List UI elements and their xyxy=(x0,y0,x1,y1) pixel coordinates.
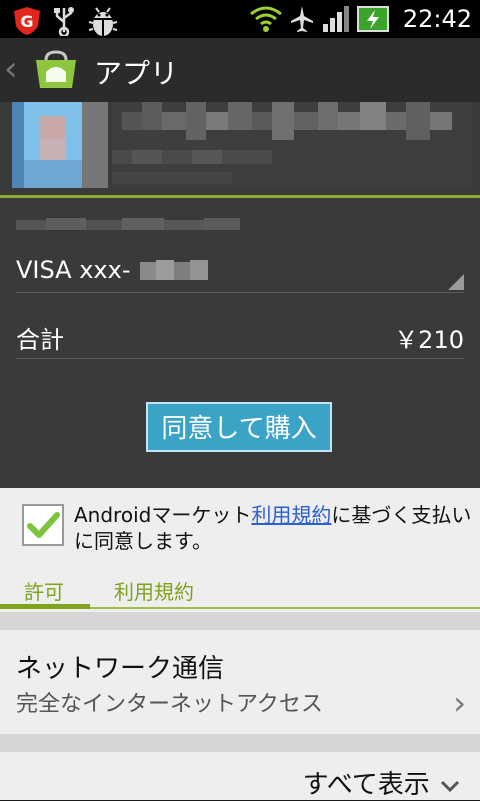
app-header xyxy=(0,102,480,198)
status-time: 22:42 xyxy=(402,5,472,33)
airplane-icon xyxy=(290,6,313,32)
show-all-label: すべて表示 xyxy=(302,770,430,800)
action-bar: ‹ アプリ xyxy=(0,38,480,103)
battery-charging-icon xyxy=(356,6,389,32)
total-row: 合計 ￥210 xyxy=(16,312,464,359)
chevron-right-icon: › xyxy=(453,684,466,722)
checkmark-icon xyxy=(27,512,60,538)
terms-link[interactable]: 利用規約 xyxy=(251,503,331,527)
agreement-text: Androidマーケット利用規約に基づく支払いに同意します。 xyxy=(74,502,474,554)
app-info-blurred xyxy=(112,102,472,188)
section-divider xyxy=(0,612,480,630)
back-chevron-icon[interactable]: ‹ xyxy=(4,50,18,88)
signal-icon xyxy=(322,6,349,32)
permission-title: ネットワーク通信 xyxy=(16,654,225,684)
permission-item[interactable]: ネットワーク通信 完全なインターネットアクセス › xyxy=(0,630,480,734)
dropdown-indicator-icon xyxy=(448,274,464,290)
tab-terms[interactable]: 利用規約 xyxy=(114,576,194,605)
account-email-blurred xyxy=(16,216,240,234)
agree-checkbox[interactable] xyxy=(22,504,64,546)
purchase-panel: VISA xxx- 合計 ￥210 同意して購入 xyxy=(0,102,480,488)
agree-and-buy-button[interactable]: 同意して購入 xyxy=(146,402,332,452)
page-title: アプリ xyxy=(94,57,179,90)
wifi-icon xyxy=(249,6,282,32)
antivirus-g-icon: G xyxy=(14,7,40,35)
android-debug-icon xyxy=(88,7,118,36)
payment-method-select[interactable]: VISA xxx- xyxy=(16,252,464,293)
app-thumbnail xyxy=(12,102,108,188)
total-price: ￥210 xyxy=(394,326,464,354)
show-all-button[interactable]: すべて表示 xyxy=(303,764,462,801)
status-bar: G 22:42 xyxy=(0,0,480,38)
svg-text:G: G xyxy=(20,12,33,31)
header-divider xyxy=(0,195,480,198)
card-number-blurred xyxy=(140,260,208,282)
agreement-text-before: Androidマーケット xyxy=(74,503,252,527)
android-market-icon[interactable] xyxy=(34,50,78,90)
tab-permissions[interactable]: 許可 xyxy=(24,576,64,605)
usb-icon xyxy=(54,7,74,36)
section-divider xyxy=(0,734,480,752)
terms-panel: Androidマーケット利用規約に基づく支払いに同意します。 許可 利用規約 ネ… xyxy=(0,488,480,800)
permission-description: 完全なインターネットアクセス xyxy=(16,692,323,717)
tab-active-indicator xyxy=(0,604,90,609)
total-label: 合計 xyxy=(16,326,64,354)
payment-method-label: VISA xxx- xyxy=(16,256,131,284)
chevron-down-icon xyxy=(440,780,460,792)
